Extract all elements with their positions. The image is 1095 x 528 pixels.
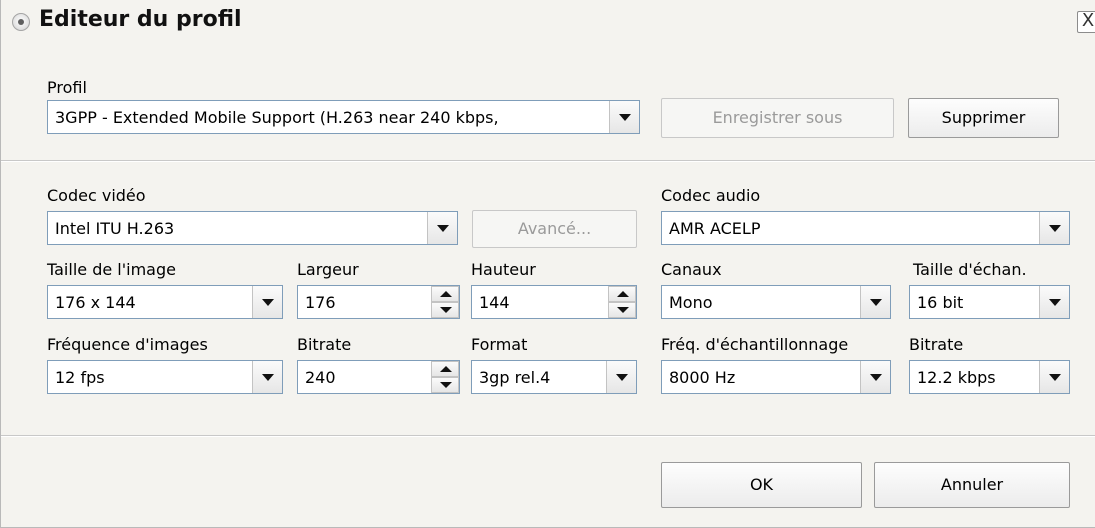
chevron-down-icon[interactable] xyxy=(252,361,282,393)
profile-editor-dialog: Editeur du profil X Profil 3GPP - Extend… xyxy=(0,0,1095,528)
image-size-select[interactable]: 176 x 144 xyxy=(47,285,283,319)
profile-label: Profil xyxy=(47,78,87,97)
spin-down-icon[interactable] xyxy=(431,377,459,393)
spin-up-icon[interactable] xyxy=(431,286,459,302)
profile-select-value: 3GPP - Extended Mobile Support (H.263 ne… xyxy=(55,108,499,127)
height-label: Hauteur xyxy=(471,260,536,279)
video-codec-label: Codec vidéo xyxy=(47,186,146,205)
audio-codec-label: Codec audio xyxy=(661,186,761,205)
frame-rate-value: 12 fps xyxy=(55,368,105,387)
format-label: Format xyxy=(471,335,528,354)
frame-rate-label: Fréquence d'images xyxy=(47,335,208,354)
image-size-label: Taille de l'image xyxy=(47,260,176,279)
channels-value: Mono xyxy=(669,293,713,312)
channels-select[interactable]: Mono xyxy=(661,285,891,319)
height-spinbox[interactable]: 144 xyxy=(471,285,637,319)
sample-size-label: Taille d'échan. xyxy=(913,260,1027,279)
video-bitrate-label: Bitrate xyxy=(297,335,352,354)
profile-select[interactable]: 3GPP - Extended Mobile Support (H.263 ne… xyxy=(47,100,640,134)
format-select[interactable]: 3gp rel.4 xyxy=(471,360,637,394)
audio-codec-value: AMR ACELP xyxy=(669,219,761,238)
video-codec-select[interactable]: Intel ITU H.263 xyxy=(47,211,458,245)
audio-bitrate-select[interactable]: 12.2 kbps xyxy=(909,360,1070,394)
chevron-down-icon[interactable] xyxy=(1039,212,1069,244)
spin-down-icon[interactable] xyxy=(608,302,636,318)
audio-codec-select[interactable]: AMR ACELP xyxy=(661,211,1070,245)
ok-button[interactable]: OK xyxy=(661,462,862,508)
spin-down-icon[interactable] xyxy=(431,302,459,318)
delete-button[interactable]: Supprimer xyxy=(908,98,1059,138)
audio-bitrate-value: 12.2 kbps xyxy=(917,368,996,387)
chevron-down-icon[interactable] xyxy=(860,286,890,318)
audio-bitrate-label: Bitrate xyxy=(909,335,964,354)
format-value: 3gp rel.4 xyxy=(479,368,551,387)
close-button[interactable]: X xyxy=(1077,11,1095,33)
separator-top xyxy=(1,160,1095,162)
separator-bottom xyxy=(1,435,1095,437)
video-bitrate-value: 240 xyxy=(305,368,336,387)
video-codec-value: Intel ITU H.263 xyxy=(55,219,175,238)
chevron-down-icon[interactable] xyxy=(606,361,636,393)
video-bitrate-spinbox[interactable]: 240 xyxy=(297,360,460,394)
advanced-button[interactable]: Avancé... xyxy=(472,210,637,248)
chevron-down-icon[interactable] xyxy=(252,286,282,318)
height-value: 144 xyxy=(479,293,510,312)
dialog-title: Editeur du profil xyxy=(39,7,242,32)
cancel-button[interactable]: Annuler xyxy=(874,462,1070,508)
save-as-button[interactable]: Enregistrer sous xyxy=(661,98,894,138)
spin-up-icon[interactable] xyxy=(608,286,636,302)
title-bar: Editeur du profil X xyxy=(1,0,1095,40)
image-size-value: 176 x 144 xyxy=(55,293,136,312)
sample-rate-label: Fréq. d'échantillonnage xyxy=(661,335,849,354)
channels-label: Canaux xyxy=(661,260,722,279)
width-value: 176 xyxy=(305,293,336,312)
sample-size-value: 16 bit xyxy=(917,293,964,312)
width-label: Largeur xyxy=(297,260,359,279)
window-menu-icon[interactable] xyxy=(12,13,30,31)
sample-size-select[interactable]: 16 bit xyxy=(909,285,1070,319)
width-spinbox[interactable]: 176 xyxy=(297,285,460,319)
chevron-down-icon[interactable] xyxy=(427,212,457,244)
spin-up-icon[interactable] xyxy=(431,361,459,377)
chevron-down-icon[interactable] xyxy=(860,361,890,393)
chevron-down-icon[interactable] xyxy=(1039,286,1069,318)
chevron-down-icon[interactable] xyxy=(609,101,639,133)
sample-rate-value: 8000 Hz xyxy=(669,368,736,387)
frame-rate-select[interactable]: 12 fps xyxy=(47,360,283,394)
chevron-down-icon[interactable] xyxy=(1039,361,1069,393)
sample-rate-select[interactable]: 8000 Hz xyxy=(661,360,891,394)
